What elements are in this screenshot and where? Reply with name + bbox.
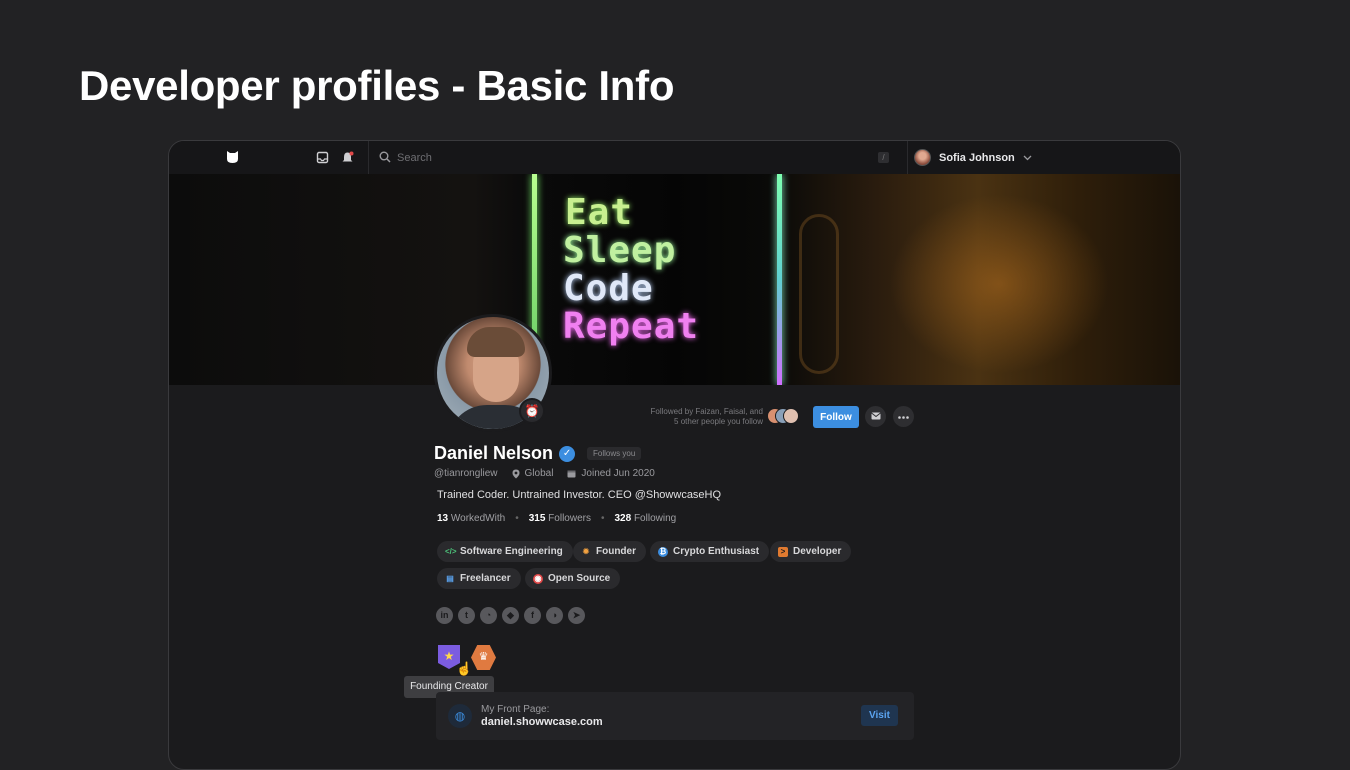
- pointer-cursor-icon: ☝: [456, 661, 473, 676]
- github-icon[interactable]: ◔: [480, 607, 497, 624]
- user-name: Sofia Johnson: [939, 151, 1015, 164]
- top-navbar: / Sofia Johnson: [169, 141, 1180, 174]
- profile-stats: 13 WorkedWith • 315 Followers • 328 Foll…: [437, 513, 677, 524]
- follows-you-badge: Follows you: [587, 447, 642, 460]
- twitter-icon[interactable]: t: [458, 607, 475, 624]
- banner-text-line: Sleep: [563, 230, 677, 271]
- terminal-icon: >: [778, 546, 788, 557]
- open-source-icon: ◉: [533, 573, 543, 584]
- message-button[interactable]: [865, 406, 886, 427]
- search-icon: [379, 151, 391, 163]
- banner-neon-bar: [777, 174, 782, 385]
- profile-joined-date: Joined Jun 2020: [581, 468, 655, 479]
- search-bar: /: [368, 141, 908, 174]
- profile-name: Daniel Nelson: [434, 443, 554, 463]
- front-page-card: ◍ My Front Page: daniel.showwcase.com Vi…: [436, 692, 914, 740]
- user-avatar: [914, 149, 931, 166]
- tag-freelancer[interactable]: ▤ Freelancer: [437, 568, 521, 589]
- tag-founder[interactable]: ✹ Founder: [573, 541, 646, 562]
- banner-text-line: Repeat: [563, 306, 700, 347]
- lightbulb-icon: ✹: [582, 546, 590, 556]
- tag-open-source[interactable]: ◉ Open Source: [525, 568, 621, 589]
- chevron-down-icon: [1023, 155, 1032, 160]
- gitlab-icon[interactable]: ◆: [502, 607, 519, 624]
- banner-decoration: [799, 214, 839, 374]
- search-input[interactable]: [397, 149, 837, 167]
- slide-title: Developer profiles - Basic Info: [79, 62, 675, 109]
- profile-meta: @tianrongliew Global Joined Jun 2020: [434, 468, 669, 479]
- calendar-icon: [567, 470, 576, 478]
- followed-by-text: Followed by Faizan, Faisal, and 5 other …: [650, 407, 764, 426]
- tag-crypto-enthusiast[interactable]: ₿ Crypto Enthusiast: [650, 541, 770, 562]
- telegram-icon[interactable]: ➤: [568, 607, 585, 624]
- facebook-icon[interactable]: f: [524, 607, 541, 624]
- social-links: in t ◔ ◆ f ◑ ➤: [436, 607, 585, 624]
- globe-icon: ◍: [448, 704, 472, 728]
- more-options-button[interactable]: [893, 406, 914, 427]
- briefcase-icon: ▤: [446, 573, 454, 583]
- profile-handle: @tianrongliew: [434, 468, 498, 479]
- visit-button[interactable]: Visit: [861, 705, 898, 726]
- verified-icon: ✓: [559, 445, 576, 462]
- worked-with-stat[interactable]: 13 WorkedWith: [437, 513, 505, 524]
- front-page-url[interactable]: daniel.showwcase.com: [481, 716, 603, 728]
- user-menu[interactable]: Sofia Johnson: [914, 149, 1032, 166]
- profile-banner: Eat Sleep Code Repeat: [169, 174, 1180, 385]
- app-window: / Sofia Johnson Eat Sleep Code Repeat ⏰ …: [168, 140, 1181, 770]
- search-shortcut-key: /: [878, 152, 889, 163]
- following-stat[interactable]: 328 Following: [614, 513, 676, 524]
- inbox-icon[interactable]: [316, 151, 329, 164]
- notification-bell-icon[interactable]: [341, 151, 354, 164]
- mutual-followers-avatars[interactable]: [767, 408, 803, 426]
- location-pin-icon: [512, 469, 520, 478]
- alarm-clock-icon: ⏰: [519, 398, 545, 424]
- follow-button[interactable]: Follow: [813, 406, 859, 428]
- banner-text-line: Code: [563, 268, 654, 309]
- more-icon: [898, 416, 909, 419]
- tag-software-engineering[interactable]: </> Software Engineering: [437, 541, 573, 562]
- app-logo-icon[interactable]: [225, 150, 240, 164]
- followers-stat[interactable]: 315 Followers: [529, 513, 591, 524]
- banner-text-line: Eat: [565, 192, 634, 233]
- mail-icon: [870, 412, 881, 420]
- tag-developer[interactable]: > Developer: [770, 541, 852, 562]
- discord-icon[interactable]: ◑: [546, 607, 563, 624]
- avatar: [783, 408, 799, 424]
- linkedin-icon[interactable]: in: [436, 607, 453, 624]
- profile-bio: Trained Coder. Untrained Investor. CEO @…: [437, 489, 722, 501]
- profile-name-row: Daniel Nelson ✓ Follows you: [434, 443, 642, 464]
- bitcoin-icon: ₿: [658, 546, 668, 557]
- banner-glow: [889, 194, 1109, 374]
- code-icon: </>: [445, 546, 457, 556]
- achievement-badge-icon[interactable]: ♛: [471, 645, 496, 670]
- profile-location: Global: [524, 468, 554, 479]
- front-page-label: My Front Page:: [481, 704, 550, 715]
